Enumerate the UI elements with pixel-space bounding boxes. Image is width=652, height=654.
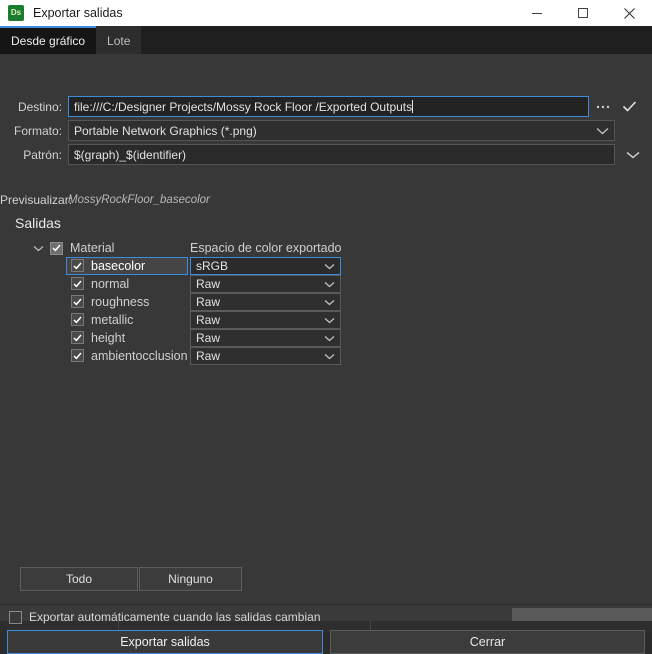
check-icon	[71, 313, 84, 326]
output-checkbox-metallic[interactable]	[71, 313, 84, 326]
chevron-down-icon	[324, 313, 335, 327]
minimize-icon	[532, 13, 542, 14]
output-row[interactable]: metallic Raw	[0, 311, 652, 329]
colorspace-select-height[interactable]: Raw	[190, 329, 341, 347]
chevron-down-icon	[324, 349, 335, 363]
material-checkbox[interactable]	[50, 241, 63, 255]
output-row[interactable]: ambientocclusion Raw	[0, 347, 652, 365]
output-row[interactable]: normal Raw	[0, 275, 652, 293]
export-outputs-button[interactable]: Exportar salidas	[7, 630, 323, 654]
destination-label: Destino:	[17, 99, 62, 114]
check-icon	[71, 259, 84, 272]
colorspace-value: Raw	[196, 295, 221, 309]
browse-destination-button[interactable]	[592, 96, 614, 117]
pattern-dropdown-button[interactable]	[620, 144, 646, 165]
output-checkbox-ambientocclusion[interactable]	[71, 349, 84, 362]
output-name-label: basecolor	[91, 259, 146, 273]
output-name-label: normal	[91, 277, 130, 291]
preview-row: Previsualizar: MossyRockFloor_basecolor	[0, 192, 210, 208]
preview-label: Previsualizar:	[0, 193, 73, 207]
pattern-label: Patrón:	[23, 147, 62, 162]
check-icon	[71, 277, 84, 290]
colorspace-value: Raw	[196, 277, 221, 291]
output-checkbox-basecolor[interactable]	[71, 259, 84, 272]
tab-bar: Desde gráfico Lote	[0, 26, 652, 54]
colorspace-select-basecolor[interactable]: sRGB	[190, 257, 341, 275]
pattern-input-value: $(graph)_$(identifier)	[74, 147, 187, 162]
select-none-button[interactable]: Ninguno	[139, 567, 242, 591]
colorspace-column-header: Espacio de color exportado	[190, 241, 342, 255]
close-button[interactable]	[606, 0, 652, 26]
app-icon: Ds	[8, 5, 24, 21]
destination-row: Destino: file:///C:/Designer Projects/Mo…	[0, 96, 652, 117]
chevron-down-icon	[324, 295, 335, 309]
chevron-down-icon	[324, 277, 335, 291]
chevron-down-icon	[626, 151, 640, 159]
auto-export-row[interactable]: Exportar automáticamente cuando las sali…	[9, 610, 321, 624]
destination-input-value: file:///C:/Designer Projects/Mossy Rock …	[74, 99, 413, 114]
colorspace-select-normal[interactable]: Raw	[190, 275, 341, 293]
outputs-tree: Material Espacio de color exportado base…	[0, 239, 652, 365]
colorspace-value: Raw	[196, 313, 221, 327]
output-row[interactable]: height Raw	[0, 329, 652, 347]
colorspace-select-roughness[interactable]: Raw	[190, 293, 341, 311]
check-icon	[52, 244, 61, 252]
output-name-label: roughness	[91, 295, 150, 309]
format-row: Formato: Portable Network Graphics (*.pn…	[0, 120, 652, 141]
output-checkbox-roughness[interactable]	[71, 295, 84, 308]
tab-from-graph[interactable]: Desde gráfico	[0, 26, 97, 54]
text-caret	[412, 100, 414, 113]
ellipsis-icon	[596, 105, 610, 108]
pattern-input[interactable]: $(graph)_$(identifier)	[68, 144, 615, 165]
colorspace-value: Raw	[196, 331, 221, 345]
chevron-down-icon	[324, 259, 335, 273]
auto-export-checkbox[interactable]	[9, 610, 22, 624]
destination-input[interactable]: file:///C:/Designer Projects/Mossy Rock …	[68, 96, 589, 117]
pattern-row: Patrón: $(graph)_$(identifier)	[0, 144, 652, 165]
check-icon	[71, 295, 84, 308]
output-row[interactable]: basecolor sRGB	[0, 257, 652, 275]
outputs-group-row[interactable]: Material Espacio de color exportado	[0, 239, 652, 257]
output-name-label: height	[91, 331, 126, 345]
dialog-body: Destino: file:///C:/Designer Projects/Mo…	[0, 54, 652, 654]
output-row[interactable]: roughness Raw	[0, 293, 652, 311]
confirm-destination-button[interactable]	[618, 96, 640, 117]
chevron-down-icon	[324, 331, 335, 345]
backdrop-scrollbar-thumb[interactable]	[512, 608, 652, 622]
close-dialog-button[interactable]: Cerrar	[330, 630, 645, 654]
material-label: Material	[70, 241, 115, 255]
colorspace-select-ambientocclusion[interactable]: Raw	[190, 347, 341, 365]
outputs-rows: basecolor sRGB normal Raw roughness Raw metall…	[0, 257, 652, 365]
maximize-button[interactable]	[560, 0, 606, 26]
maximize-icon	[578, 8, 588, 18]
colorspace-value: sRGB	[196, 259, 229, 273]
format-select[interactable]: Portable Network Graphics (*.png)	[68, 120, 615, 141]
close-icon	[623, 7, 635, 19]
chevron-down-icon	[596, 124, 609, 138]
title-bar: Ds Exportar salidas	[0, 0, 652, 26]
tab-batch[interactable]: Lote	[96, 26, 142, 54]
check-icon	[71, 349, 84, 362]
output-name-label: metallic	[91, 313, 134, 327]
outputs-heading: Salidas	[15, 215, 61, 231]
output-checkbox-normal[interactable]	[71, 277, 84, 290]
minimize-button[interactable]	[514, 0, 560, 26]
format-label: Formato:	[13, 123, 62, 138]
preview-value: MossyRockFloor_basecolor	[68, 194, 210, 206]
check-icon	[71, 331, 84, 344]
output-row-selection	[66, 329, 188, 347]
checkmark-icon	[622, 101, 636, 112]
format-select-value: Portable Network Graphics (*.png)	[74, 123, 257, 138]
window-title: Exportar salidas	[33, 6, 123, 20]
auto-export-label: Exportar automáticamente cuando las sali…	[29, 610, 321, 624]
output-name-label: ambientocclusion	[91, 349, 188, 363]
chevron-down-icon[interactable]	[32, 242, 44, 254]
output-checkbox-height[interactable]	[71, 331, 84, 344]
select-all-button[interactable]: Todo	[20, 567, 138, 591]
export-outputs-dialog: Ds Exportar salidas Desde gráfico Lote D…	[0, 0, 652, 654]
colorspace-value: Raw	[196, 349, 221, 363]
colorspace-select-metallic[interactable]: Raw	[190, 311, 341, 329]
